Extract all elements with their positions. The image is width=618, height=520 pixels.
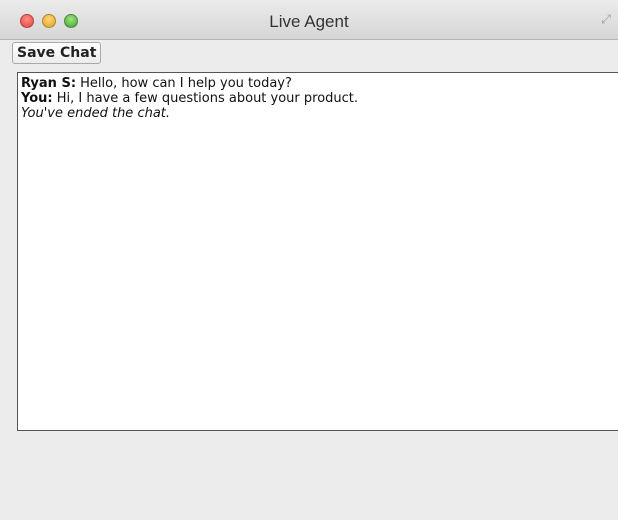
window-title: Live Agent xyxy=(269,12,349,31)
title-bar[interactable]: Live Agent ⤢ xyxy=(0,0,618,40)
chat-message: Ryan S: Hello, how can I help you today? xyxy=(21,76,618,91)
save-chat-button[interactable]: Save Chat xyxy=(12,42,102,64)
chat-transcript[interactable]: Ryan S: Hello, how can I help you today?… xyxy=(17,72,618,431)
chat-message: You: Hi, I have a few questions about yo… xyxy=(21,91,618,106)
live-agent-window: Live Agent ⤢ Save Chat Ryan S: Hello, ho… xyxy=(0,0,618,520)
fullscreen-icon[interactable]: ⤢ xyxy=(598,10,614,28)
message-sender: Ryan S: xyxy=(21,76,77,91)
message-text: Hello, how can I help you today? xyxy=(76,76,292,91)
message-sender: You: xyxy=(21,91,53,106)
message-text: Hi, I have a few questions about your pr… xyxy=(52,91,359,106)
toolbar: Save Chat xyxy=(0,40,618,70)
chat-status-message: You've ended the chat. xyxy=(21,106,171,121)
